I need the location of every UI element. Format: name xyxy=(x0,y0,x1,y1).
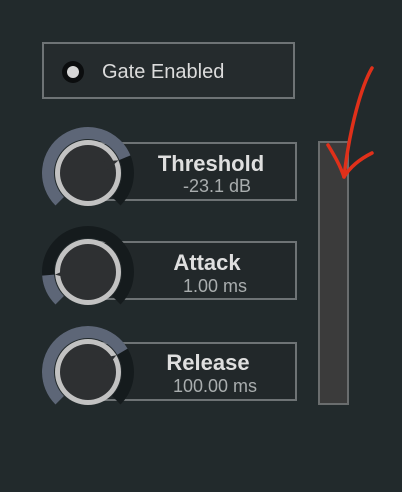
noise-gate-panel: Gate Enabled Threshold -23.1 dB Attack 1… xyxy=(0,0,402,492)
attack-value: 1.00 ms xyxy=(182,276,248,296)
gate-enabled-toggle[interactable]: Gate Enabled xyxy=(42,42,295,99)
threshold-label: Threshold xyxy=(157,151,265,176)
release-label: Release xyxy=(166,350,250,375)
attack-knob[interactable] xyxy=(41,225,135,319)
knob-body xyxy=(60,145,116,201)
gate-led-icon xyxy=(62,61,84,83)
gate-enabled-label: Gate Enabled xyxy=(102,61,225,83)
threshold-knob[interactable] xyxy=(41,126,135,220)
release-value: 100.00 ms xyxy=(172,376,258,396)
knob-body xyxy=(60,344,116,400)
gate-level-meter xyxy=(318,141,349,405)
release-knob[interactable] xyxy=(41,325,135,419)
threshold-value: -23.1 dB xyxy=(182,176,252,196)
attack-label: Attack xyxy=(173,250,241,275)
